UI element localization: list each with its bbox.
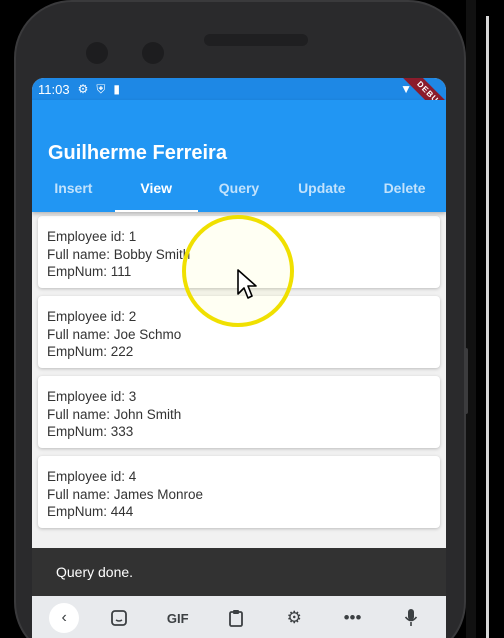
employee-id: Employee id: 3 xyxy=(47,389,137,404)
app-bar: Guilherme Ferreira Insert View Query Upd… xyxy=(32,100,446,212)
app-title: Guilherme Ferreira xyxy=(48,142,227,164)
tab-update[interactable]: Update xyxy=(280,164,363,212)
tab-bar: Insert View Query Update Delete xyxy=(32,164,446,212)
clipboard-icon[interactable] xyxy=(218,600,254,636)
employee-num: EmpNum: 333 xyxy=(47,424,134,439)
employee-card[interactable]: Employee id: 4 Full name: James Monroe E… xyxy=(38,456,440,528)
sticker-icon[interactable] xyxy=(101,600,137,636)
tab-view[interactable]: View xyxy=(114,164,198,212)
employee-name: Full name: Joe Schmo xyxy=(47,326,182,342)
employee-card[interactable]: Employee id: 3 Full name: John Smith Emp… xyxy=(38,376,440,448)
bezel-shadow xyxy=(466,0,476,638)
more-icon[interactable]: ••• xyxy=(335,600,371,636)
keyboard-toolbar: ‹ GIF ⚙ ••• xyxy=(32,596,446,638)
frame-edge xyxy=(486,16,489,638)
phone-screen: 11:03 ⚙ ⛨ ▮ ▼ DEBUG Guilherme Ferreira I… xyxy=(32,78,446,638)
mic-icon[interactable] xyxy=(393,600,429,636)
power-button[interactable] xyxy=(464,348,468,414)
sim-icon: ▮ xyxy=(113,82,120,96)
employee-id: Employee id: 4 xyxy=(47,469,137,484)
status-bar: 11:03 ⚙ ⛨ ▮ ▼ DEBUG xyxy=(32,78,446,129)
sensor-icon xyxy=(142,42,164,64)
shield-icon: ⛨ xyxy=(96,81,106,96)
snackbar-message: Query done. xyxy=(56,564,134,580)
tab-query[interactable]: Query xyxy=(198,164,281,212)
gear-icon: ⚙ xyxy=(77,82,89,96)
employee-num: EmpNum: 444 xyxy=(47,504,134,519)
snackbar: Query done. xyxy=(32,548,446,596)
earpiece-speaker xyxy=(204,34,308,46)
status-time: 11:03 xyxy=(38,81,70,97)
employee-name: Full name: James Monroe xyxy=(47,486,204,502)
gif-button[interactable]: GIF xyxy=(160,600,196,636)
employee-name: Full name: John Smith xyxy=(47,406,182,422)
front-camera-icon xyxy=(86,42,108,64)
employee-num: EmpNum: 222 xyxy=(47,344,134,359)
tab-delete[interactable]: Delete xyxy=(363,164,446,212)
back-icon[interactable]: ‹ xyxy=(49,603,80,633)
gear-icon[interactable]: ⚙ xyxy=(276,600,312,636)
tab-insert[interactable]: Insert xyxy=(32,164,115,212)
mouse-cursor-icon xyxy=(236,268,258,305)
